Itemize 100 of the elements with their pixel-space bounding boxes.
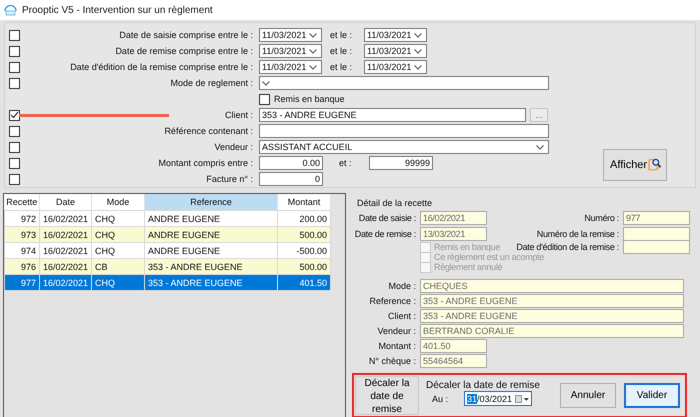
read-only-field: 13/03/2021 (420, 227, 487, 241)
section-title: Détail de la recette (357, 198, 434, 208)
read-only-field: 353 - ANDRE EUGENE (420, 308, 684, 322)
filter-label: Montant compris entre : (158, 158, 253, 168)
date-dropdown[interactable]: 11/03/2021 (259, 60, 322, 74)
date-dropdown[interactable]: 11/03/2021 (364, 28, 427, 42)
table-cell: 973 (4, 226, 40, 242)
chevron-icon (309, 48, 317, 54)
date-dropdown[interactable]: 11/03/2021 (364, 60, 427, 74)
read-only-field: 16/02/2021 (420, 211, 487, 225)
range-label: et : (338, 158, 353, 168)
table-cell: 976 (4, 258, 40, 274)
chevron-icon (309, 32, 317, 38)
field-label: Date de saisie : (358, 213, 416, 223)
read-only-field: CHEQUES (420, 278, 684, 292)
field-label: Numéro de la remise : (536, 229, 619, 239)
read-only-field (623, 227, 690, 241)
column-header[interactable]: Date (40, 194, 92, 210)
read-only-field (623, 240, 690, 254)
input-field[interactable]: 99999 (369, 156, 433, 170)
checkbox[interactable] (9, 62, 20, 72)
checkbox[interactable] (9, 46, 20, 56)
field-label: Date d'édition de la remise : (516, 242, 619, 252)
table-cell: 16/02/2021 (40, 258, 92, 274)
table-cell: CHQ (92, 226, 144, 242)
read-only-field: 55464564 (420, 354, 487, 368)
field-label: Client : (388, 310, 416, 320)
chevron-icon (414, 64, 422, 70)
range-label: et le : (329, 30, 354, 40)
column-header[interactable]: Montant (278, 194, 330, 210)
chevron-icon (262, 80, 270, 86)
checkbox[interactable] (9, 110, 20, 120)
checkbox[interactable] (259, 94, 270, 104)
date-picker[interactable]: 31/03/2021 (464, 391, 532, 406)
table-cell: 353 - ANDRE EUGENE (144, 274, 278, 290)
date-dropdown[interactable]: 11/03/2021 (259, 44, 322, 58)
range-label: et le : (329, 62, 354, 72)
filter-label: Vendeur : (214, 142, 253, 152)
checkbox[interactable] (9, 142, 20, 152)
field-label: Au : (432, 394, 448, 404)
input-field[interactable]: 0 (259, 172, 323, 186)
checkbox-label: Règlement annulé (434, 262, 502, 272)
read-only-field: 353 - ANDRE EUGENE (420, 294, 684, 308)
filter-label: Date d'édition de la remise comprise entre le : (70, 62, 253, 72)
checkbox-label: Ce règlement est un acompte (434, 252, 544, 262)
table-cell: 977 (4, 274, 40, 290)
dialog-button[interactable]: Valider (624, 383, 680, 408)
filter-label: Facture n° : (206, 174, 253, 184)
chevron-icon (414, 48, 422, 54)
field-label: Vendeur : (377, 326, 416, 336)
dropdown[interactable]: ASSISTANT ACCUEIL (259, 140, 549, 154)
read-only-field: 977 (623, 211, 690, 225)
table-cell: 16/02/2021 (40, 274, 92, 290)
table-cell: 500.00 (278, 258, 330, 274)
checkbox[interactable] (9, 158, 20, 168)
table-cell: 401.50 (278, 274, 330, 290)
column-header[interactable]: Mode (92, 194, 144, 210)
field-label: Reference : (369, 296, 416, 306)
field-label: Date de remise : (354, 229, 416, 239)
dialog-button[interactable]: Annuler (560, 383, 616, 408)
read-only-field: BERTRAND CORALIE (420, 324, 684, 338)
input-field[interactable] (259, 124, 549, 138)
table-cell: ANDRE EUGENE (144, 226, 278, 242)
table-cell: 16/02/2021 (40, 226, 92, 242)
calendar-icon (515, 394, 530, 404)
filter-label: Date de saisie comprise entre le : (119, 30, 253, 40)
chevron-icon (309, 64, 317, 70)
column-header[interactable]: Reference (144, 194, 278, 210)
column-header[interactable]: Recette (4, 194, 40, 210)
checkbox[interactable] (9, 126, 20, 136)
table-cell: 500.00 (278, 226, 330, 242)
date-dropdown[interactable]: 11/03/2021 (364, 44, 427, 58)
checkbox[interactable] (9, 30, 20, 40)
browse-button[interactable]: ... (530, 108, 548, 122)
field-label: Montant : (378, 340, 416, 350)
table-cell: CHQ (92, 274, 144, 290)
filter-label: Mode de reglement : (170, 78, 253, 88)
field-label: Numéro : (584, 213, 619, 223)
dropdown[interactable] (259, 76, 549, 90)
range-label: et le : (329, 46, 354, 56)
table-cell: ANDRE EUGENE (144, 210, 278, 226)
checkbox[interactable] (9, 78, 20, 88)
chevron-icon (536, 144, 544, 150)
filter-label: Date de remise comprise entre le : (115, 46, 253, 56)
table-cell: CB (92, 258, 144, 274)
chevron-icon (414, 32, 422, 38)
checkbox[interactable] (9, 174, 20, 184)
checkbox-label: Remis en banque (274, 94, 345, 104)
field-label: Mode : (388, 280, 416, 290)
group-title: Décaler la date de remise (426, 380, 541, 391)
table-cell: 353 - ANDRE EUGENE (144, 258, 278, 274)
show-button[interactable]: Afficher (603, 149, 667, 181)
date-dropdown[interactable]: 11/03/2021 (259, 28, 322, 42)
input-field[interactable]: 0.00 (259, 156, 323, 170)
app-icon (4, 4, 17, 16)
input-field[interactable]: 353 - ANDRE EUGENE (259, 108, 526, 122)
table-cell: 972 (4, 210, 40, 226)
window-title: Prooptic V5 - Intervention sur un règlement (22, 4, 213, 16)
postpone-button[interactable]: Décaler la date de remise (355, 376, 419, 415)
filter-label: Référence contenant : (164, 126, 253, 136)
